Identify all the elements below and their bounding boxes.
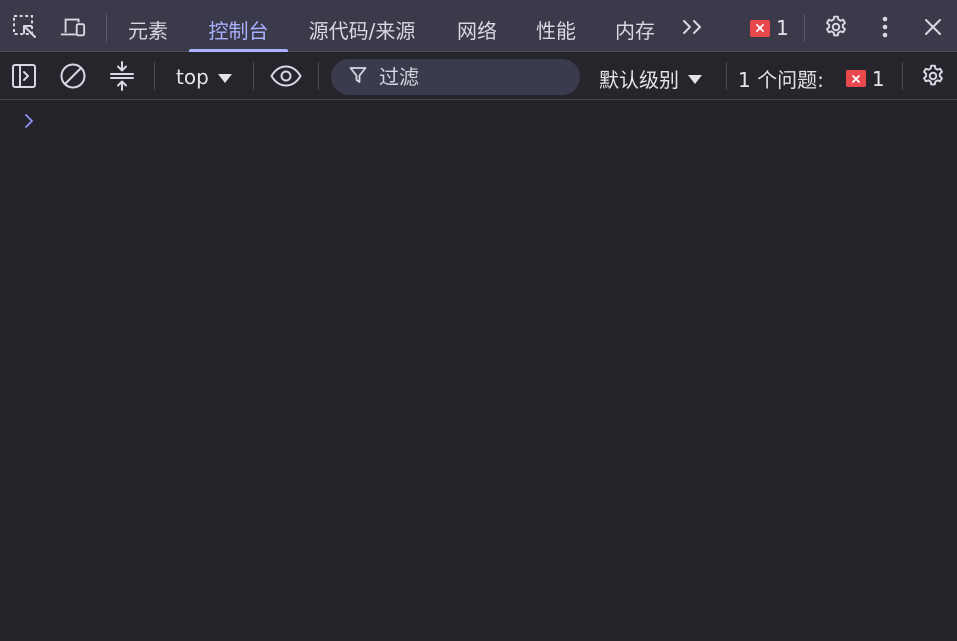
kebab-menu-icon[interactable] xyxy=(872,14,898,40)
clear-console-icon[interactable] xyxy=(59,62,87,90)
caret-down-icon xyxy=(688,75,702,84)
collapse-icon[interactable] xyxy=(108,61,136,91)
toolbar-divider xyxy=(253,62,254,90)
chevron-right-icon xyxy=(20,110,38,132)
tab-memory[interactable]: 内存 xyxy=(604,0,666,52)
tab-elements[interactable]: 元素 xyxy=(117,0,179,52)
context-selector[interactable]: top xyxy=(176,64,232,90)
log-levels-label: 默认级别 xyxy=(599,68,679,92)
console-settings-gear-icon[interactable] xyxy=(919,62,947,90)
gear-icon[interactable] xyxy=(823,14,849,40)
filter-field[interactable] xyxy=(331,59,580,95)
issues-count: 1 xyxy=(871,66,885,91)
inspect-element-icon[interactable] xyxy=(12,14,38,40)
toolbar-divider xyxy=(318,62,319,90)
tabbar-divider xyxy=(106,14,107,42)
toolbar-divider xyxy=(154,62,155,90)
console-prompt-input[interactable] xyxy=(46,108,940,136)
context-value: top xyxy=(176,65,209,89)
filter-icon xyxy=(349,66,367,88)
console-toolbar: top 默认级别 1 个问题: xyxy=(0,52,957,100)
log-levels-dropdown[interactable]: 默认级别 xyxy=(599,64,702,93)
sidebar-toggle-icon[interactable] xyxy=(10,62,38,90)
toolbar-divider xyxy=(726,62,727,90)
caret-down-icon xyxy=(217,73,232,83)
error-badge-icon xyxy=(845,70,866,87)
devtools-window: 元素 控制台 源代码/来源 网络 性能 内存 1 top 过滤 默认级别 1 个… xyxy=(0,0,957,641)
eye-icon[interactable] xyxy=(270,62,302,90)
toolbar-divider xyxy=(902,62,903,90)
error-count: 1 xyxy=(776,16,789,40)
tab-network[interactable]: 网络 xyxy=(446,0,508,52)
devtools-tab-bar: 元素 控制台 源代码/来源 网络 性能 内存 1 xyxy=(0,0,957,52)
tab-performance[interactable]: 性能 xyxy=(525,0,587,52)
chevron-double-right-icon[interactable] xyxy=(680,14,706,40)
issues-button[interactable]: 1 个问题: 1 xyxy=(738,64,885,93)
device-toolbar-icon[interactable] xyxy=(60,14,86,40)
tab-console[interactable]: 控制台 xyxy=(189,0,288,52)
tabbar-divider xyxy=(804,14,805,42)
filter-input[interactable] xyxy=(379,65,549,89)
error-count-button[interactable]: 1 xyxy=(750,16,789,40)
close-icon[interactable] xyxy=(920,14,946,40)
error-badge-icon xyxy=(750,19,770,37)
tab-sources[interactable]: 源代码/来源 xyxy=(298,0,426,52)
issues-label: 1 个问题: xyxy=(738,68,824,92)
console-output-area[interactable] xyxy=(0,100,957,641)
